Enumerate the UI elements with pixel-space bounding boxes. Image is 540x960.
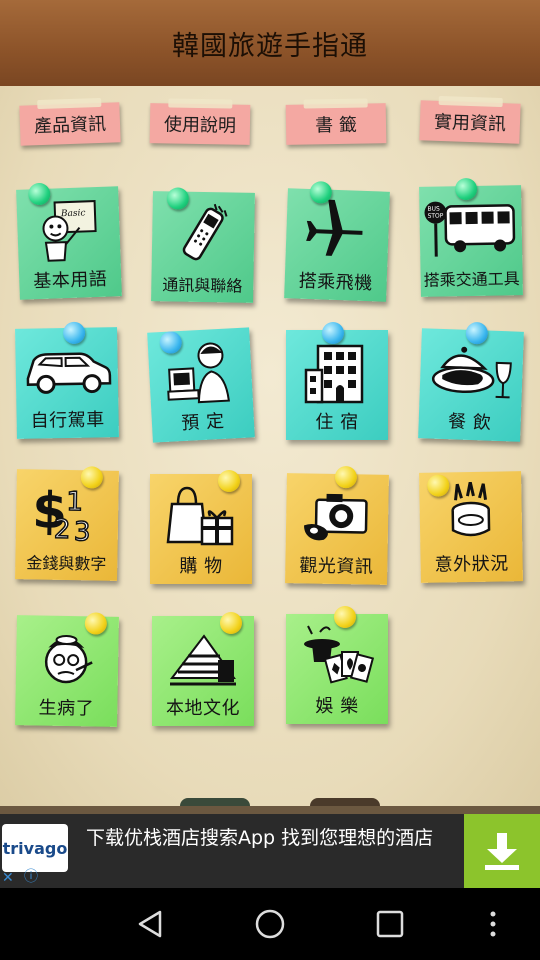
ad-close-icon[interactable]: ✕ (2, 870, 14, 886)
tab-instructions[interactable]: 使用說明 (149, 103, 251, 145)
phone-icon (166, 201, 241, 266)
tab-label: 使用說明 (163, 114, 237, 137)
category-label: 觀光資訊 (299, 555, 374, 578)
category-label: 娛 樂 (315, 696, 359, 717)
category-dining[interactable]: 餐 飲 (418, 321, 524, 442)
pushpin-icon (334, 606, 356, 628)
hotel-icon (300, 340, 374, 404)
title-bar: 韓國旅遊手指通 (0, 0, 540, 86)
category-label: 預 定 (180, 410, 226, 435)
home-icon[interactable] (252, 906, 288, 942)
category-emergency[interactable]: 意外狀況 (419, 471, 523, 583)
category-label: 自行駕車 (30, 409, 105, 432)
tab-label: 實用資訊 (433, 111, 507, 136)
basic-phrases-icon: Basic (30, 197, 106, 264)
tab-product-info[interactable]: 產品資訊 (19, 102, 121, 146)
navigation-bar (0, 888, 540, 960)
tab-label: 書 籤 (314, 114, 358, 137)
shopping-icon (164, 484, 238, 548)
pushpin-icon (218, 470, 240, 492)
bottom-divider (0, 806, 540, 814)
svg-text:3: 3 (74, 517, 91, 545)
airplane-icon (299, 195, 375, 266)
category-communication[interactable]: 通訊與聯絡 (151, 187, 255, 303)
category-label: 生病了 (38, 697, 95, 720)
category-hotel[interactable]: 住 宿 (286, 322, 388, 440)
money-numbers-icon: $1 2 3 (30, 479, 105, 548)
tab-bookmarks[interactable]: 書 籤 (285, 103, 387, 145)
category-label: 本地文化 (166, 698, 240, 719)
download-button[interactable] (464, 814, 540, 888)
car-icon (21, 337, 112, 403)
category-reservation[interactable]: 預 定 (147, 327, 255, 443)
category-label: 餐 飲 (447, 411, 492, 434)
category-label: 搭乘飛機 (298, 270, 374, 295)
category-sightseeing[interactable]: 觀光資訊 (285, 465, 389, 585)
svg-text:STOP: STOP (428, 212, 444, 219)
ad-info-icon[interactable]: ⓘ (24, 866, 38, 886)
category-local-culture[interactable]: 本地文化 (152, 612, 254, 726)
tab-label: 產品資訊 (33, 113, 107, 138)
tab-useful-info[interactable]: 實用資訊 (419, 100, 521, 144)
more-options-icon[interactable] (478, 906, 508, 942)
category-driving[interactable]: 自行駕車 (15, 321, 119, 439)
download-icon (485, 833, 519, 870)
svg-text:2: 2 (54, 515, 71, 545)
category-airplane[interactable]: 搭乘飛機 (284, 181, 390, 302)
pushpin-icon (322, 322, 344, 344)
svg-text:Basic: Basic (60, 208, 86, 219)
ad-text: 下载优栈酒店搜索App 找到您理想的酒店 (86, 827, 434, 849)
category-sick[interactable]: 生病了 (15, 612, 119, 727)
category-entertainment[interactable]: 娛 樂 (286, 606, 388, 724)
category-label: 通訊與聯絡 (162, 275, 243, 296)
ad-brand-logo: trivago (2, 824, 68, 872)
category-basic-phrases[interactable]: Basic 基本用語 (16, 182, 122, 300)
recents-icon[interactable] (372, 906, 408, 942)
category-label: 基本用語 (32, 268, 108, 293)
app-title: 韓國旅遊手指通 (172, 30, 368, 62)
entertainment-icon (300, 624, 375, 688)
category-label: 住 宿 (315, 412, 359, 433)
ad-banner[interactable]: trivago 下载优栈酒店搜索App 找到您理想的酒店 ✕ ⓘ (0, 814, 540, 888)
category-label: 意外狀況 (434, 553, 509, 576)
category-label: 搭乘交通工具 (423, 269, 520, 290)
svg-text:1: 1 (66, 487, 83, 517)
camera-icon (300, 483, 375, 548)
back-icon[interactable] (132, 906, 168, 942)
category-shopping[interactable]: 購 物 (150, 470, 252, 584)
sick-icon (30, 625, 105, 690)
category-money-numbers[interactable]: $1 2 3 金錢與數字 (15, 466, 119, 581)
category-transport[interactable]: BUS STOP 搭乘交通工具 (419, 177, 523, 297)
category-label: 金錢與數字 (26, 553, 107, 574)
bus-icon: BUS STOP (423, 195, 518, 261)
dining-icon (427, 339, 515, 406)
culture-icon (166, 626, 240, 690)
category-label: 購 物 (179, 556, 223, 577)
pushpin-icon (220, 612, 242, 634)
